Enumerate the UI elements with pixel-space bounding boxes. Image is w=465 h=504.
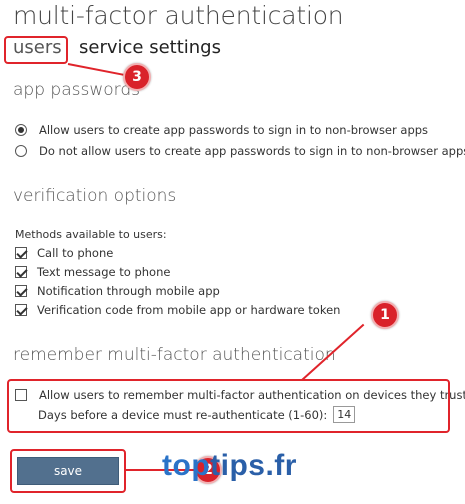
watermark-logo: toptips.fr bbox=[162, 449, 297, 482]
verification-options-heading: verification options bbox=[13, 186, 177, 206]
highlight-box-users-tab bbox=[4, 36, 68, 64]
method-mobile-app-notification[interactable]: Notification through mobile app bbox=[15, 284, 220, 298]
remember-mfa-heading: remember multi-factor authentication bbox=[13, 345, 336, 365]
checkbox-checked[interactable] bbox=[15, 285, 27, 297]
callout-badge-3: 3 bbox=[123, 63, 151, 91]
app-passwords-heading: app passwords bbox=[13, 80, 140, 100]
radio-allow-app-passwords[interactable]: Allow users to create app passwords to s… bbox=[15, 123, 428, 137]
checkbox-checked[interactable] bbox=[15, 247, 27, 259]
method-verification-code[interactable]: Verification code from mobile app or har… bbox=[15, 303, 340, 317]
checkbox-checked[interactable] bbox=[15, 266, 27, 278]
checkbox-label: Call to phone bbox=[37, 246, 114, 260]
method-text-message[interactable]: Text message to phone bbox=[15, 265, 170, 279]
tab-service-settings[interactable]: service settings bbox=[79, 37, 221, 58]
methods-label: Methods available to users: bbox=[15, 228, 167, 241]
radio-button-selected[interactable] bbox=[15, 124, 27, 136]
checkbox-label: Text message to phone bbox=[37, 265, 171, 279]
callout-line-3 bbox=[67, 63, 128, 77]
radio-label: Do not allow users to create app passwor… bbox=[39, 144, 465, 158]
radio-deny-app-passwords[interactable]: Do not allow users to create app passwor… bbox=[15, 144, 465, 158]
highlight-box-remember-mfa bbox=[7, 379, 450, 433]
checkbox-label: Verification code from mobile app or har… bbox=[37, 303, 341, 317]
page-title: multi-factor authentication bbox=[13, 1, 344, 30]
checkbox-label: Notification through mobile app bbox=[37, 284, 220, 298]
method-call-to-phone[interactable]: Call to phone bbox=[15, 246, 113, 260]
callout-badge-1: 1 bbox=[371, 301, 399, 329]
radio-button[interactable] bbox=[15, 145, 27, 157]
checkbox-checked[interactable] bbox=[15, 304, 27, 316]
radio-label: Allow users to create app passwords to s… bbox=[39, 123, 429, 137]
highlight-box-save bbox=[10, 449, 126, 493]
